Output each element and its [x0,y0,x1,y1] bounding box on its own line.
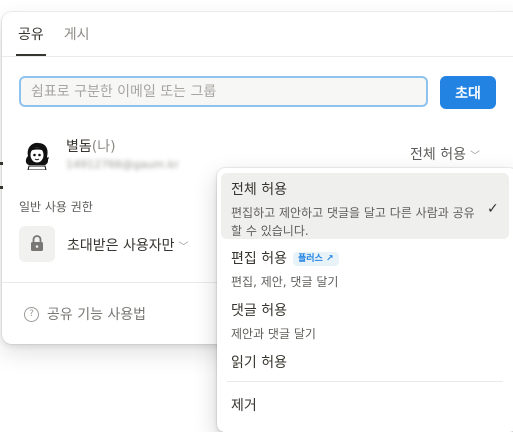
member-permission-label: 전체 허용 [410,147,466,163]
member-email: 14912766@gaum.kr [66,158,179,171]
option-can-comment[interactable]: 댓글 허용 제안과 댓글 달기 [221,294,509,344]
member-name-text: 별돔 [66,139,92,155]
invite-input[interactable] [19,76,428,107]
option-title-row: 편집 허용 플러스 ↗ [231,248,339,268]
user-avatar [25,142,49,170]
remove-label: 제거 [231,398,257,414]
option-desc: 편집하고 제안하고 댓글을 달고 다른 사람과 공유할 수 있습니다. [231,206,475,238]
question-circle-icon: ? [24,306,39,322]
general-access-label: 일반 사용 권한 [19,200,93,214]
option-can-read[interactable]: 읽기 허용 [221,346,509,376]
help-label: 공유 기능 사용법 [47,307,147,323]
plus-badge[interactable]: 플러스 ↗ [292,252,339,266]
member-me-tag: (나) [91,139,116,155]
lock-icon [31,235,43,251]
tab-publish[interactable]: 게시 [64,24,90,56]
edge-mark [0,162,3,165]
option-title: 전체 허용 [231,182,287,198]
member-name: 별돔(나) [66,136,116,156]
option-title: 읽기 허용 [231,355,287,371]
option-can-edit[interactable]: 편집 허용 플러스 ↗ 편집, 제안, 댓글 달기 [221,242,509,292]
tabs-divider [2,56,513,57]
lock-icon-box [19,226,55,262]
option-title: 편집 허용 [231,251,287,267]
member-permission-select[interactable]: 전체 허용 ﹀ [410,144,480,164]
dropdown-divider [227,381,503,382]
option-remove[interactable]: 제거 [221,388,509,418]
general-access-value: 초대받은 사용자만 [67,238,175,254]
option-desc: 편집, 제안, 댓글 달기 [231,275,339,289]
option-full-access[interactable]: 전체 허용 편집하고 제안하고 댓글을 달고 다른 사람과 공유할 수 있습니다… [221,173,509,239]
invite-button[interactable]: 초대 [440,76,496,109]
chevron-down-icon: ﹀ [178,242,189,253]
check-icon: ✓ [487,201,499,217]
option-desc: 제안과 댓글 달기 [231,327,316,341]
edge-mark [0,186,3,189]
chevron-down-icon: ﹀ [469,151,480,162]
tab-share[interactable]: 공유 [16,24,46,56]
general-access-select[interactable]: 초대받은 사용자만 ﹀ [67,235,189,255]
help-link[interactable]: ? 공유 기능 사용법 [24,304,146,324]
option-title: 댓글 허용 [231,303,287,319]
permission-dropdown: 전체 허용 편집하고 제안하고 댓글을 달고 다른 사람과 공유할 수 있습니다… [217,168,513,432]
share-tabs: 공유 게시 [16,24,90,56]
